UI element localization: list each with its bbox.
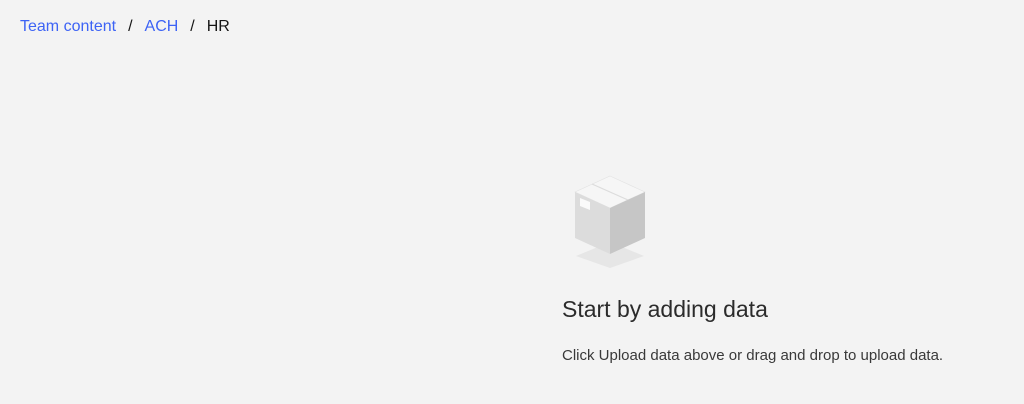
breadcrumb-current-page: HR: [206, 18, 230, 35]
empty-state-title: Start by adding data: [562, 296, 768, 322]
empty-state-description: Click Upload data above or drag and drop…: [562, 347, 944, 364]
breadcrumb-separator: /: [128, 18, 133, 35]
breadcrumb: Team content / ACH / HR: [20, 16, 230, 38]
breadcrumb-link-ach[interactable]: ACH: [145, 16, 179, 38]
breadcrumb-link-team-content[interactable]: Team content: [20, 16, 116, 38]
box-icon: [574, 175, 646, 268]
breadcrumb-separator: /: [190, 18, 195, 35]
